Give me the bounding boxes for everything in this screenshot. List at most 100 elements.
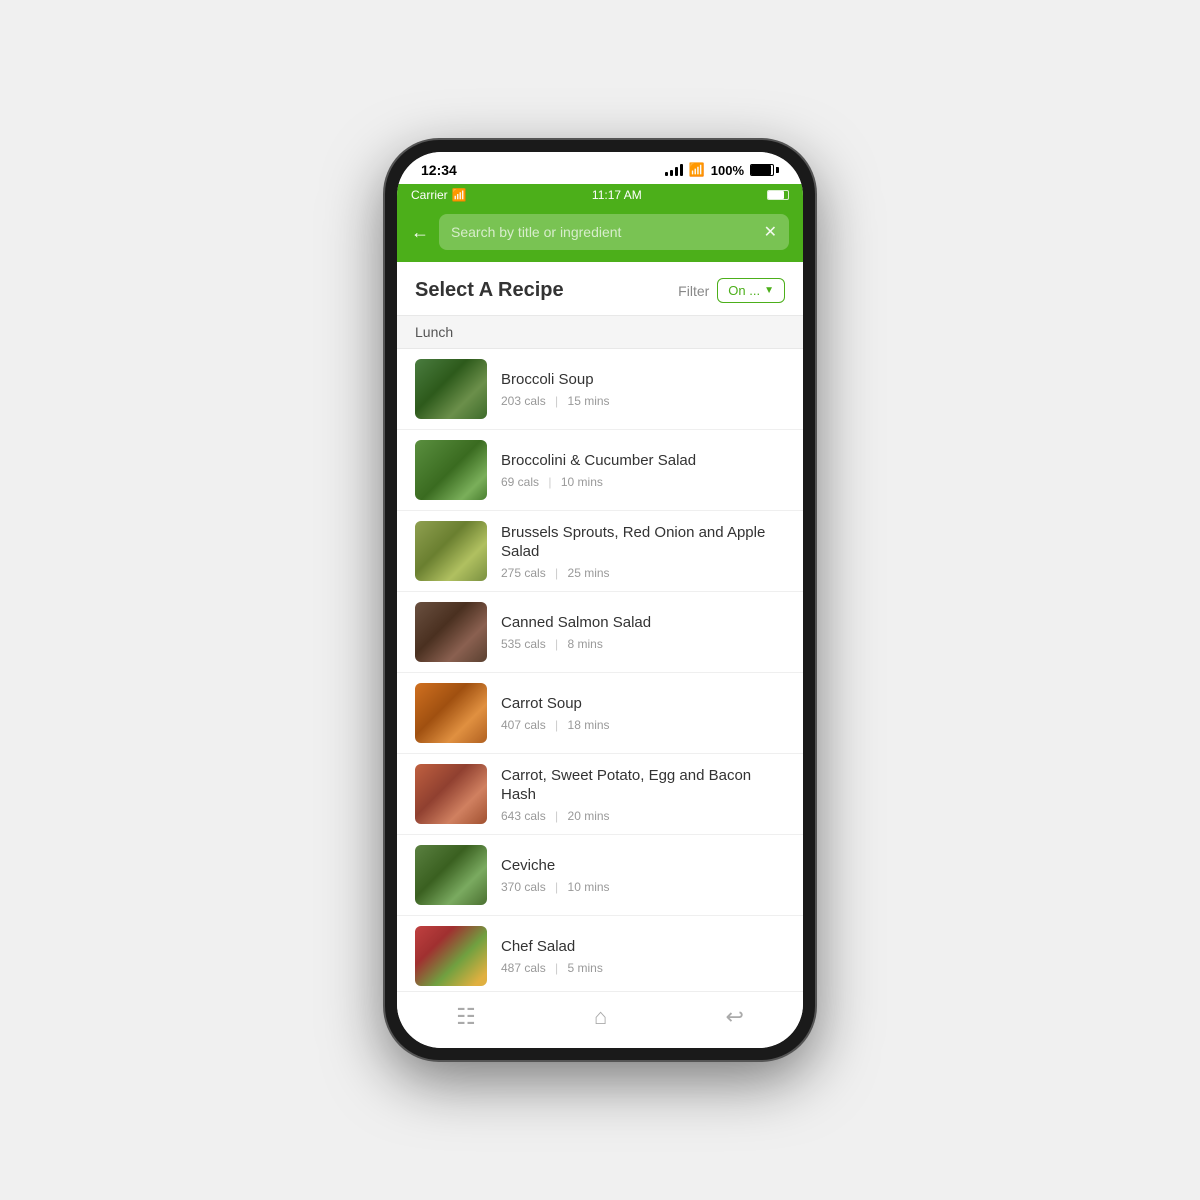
recipe-meta: 407 cals | 18 mins [501,718,785,732]
recipe-name: Canned Salmon Salad [501,613,785,633]
recipe-item[interactable]: Canned Salmon Salad 535 cals | 8 mins [397,592,803,673]
recipe-name: Brussels Sprouts, Red Onion and Apple Sa… [501,523,785,562]
system-status-bar: 12:34 📶 100% [397,152,803,184]
recipe-thumbnail [415,521,487,581]
signal-icon [665,164,683,176]
recipe-item[interactable]: Brussels Sprouts, Red Onion and Apple Sa… [397,511,803,592]
recipe-info: Broccolini & Cucumber Salad 69 cals | 10… [501,451,785,489]
back-button[interactable]: ← [411,222,429,243]
search-bar: ← ✕ [397,206,803,262]
recipe-cals: 487 cals [501,961,546,975]
recipe-meta: 275 cals | 25 mins [501,566,785,580]
recipe-cals: 407 cals [501,718,546,732]
carrier-name: Carrier [411,188,448,202]
title-filter-row: Select A Recipe Filter On ... ▼ [397,262,803,315]
meta-separator: | [555,961,558,975]
recipe-thumbnail [415,440,487,500]
recipe-mins: 8 mins [568,637,603,651]
recipe-info: Carrot, Sweet Potato, Egg and Bacon Hash… [501,766,785,823]
recipe-info: Carrot Soup 407 cals | 18 mins [501,694,785,732]
recipe-item[interactable]: Ceviche 370 cals | 10 mins [397,835,803,916]
recipe-name: Broccolini & Cucumber Salad [501,451,785,471]
recipe-thumbnail [415,764,487,824]
nav-menu-button[interactable]: ☷ [456,1004,476,1030]
recipe-cals: 69 cals [501,475,539,489]
recipe-info: Ceviche 370 cals | 10 mins [501,856,785,894]
carrier-battery-icon [767,190,789,200]
chevron-down-icon: ▼ [764,285,774,296]
filter-button[interactable]: On ... ▼ [717,278,785,303]
wifi-icon: 📶 [689,162,705,178]
recipe-meta: 203 cals | 15 mins [501,394,785,408]
carrier-wifi-icon: 📶 [452,188,467,202]
recipe-info: Canned Salmon Salad 535 cals | 8 mins [501,613,785,651]
recipe-item[interactable]: Broccoli Soup 203 cals | 15 mins [397,349,803,430]
recipe-item[interactable]: Broccolini & Cucumber Salad 69 cals | 10… [397,430,803,511]
meta-separator: | [555,394,558,408]
recipe-mins: 15 mins [568,394,610,408]
recipe-thumbnail [415,602,487,662]
bottom-nav: ☷ ⌂ ↩ [397,991,803,1048]
recipe-mins: 10 mins [561,475,603,489]
meta-separator: | [555,880,558,894]
recipe-cals: 203 cals [501,394,546,408]
recipe-name: Carrot, Sweet Potato, Egg and Bacon Hash [501,766,785,805]
category-label: Lunch [415,324,453,340]
recipe-item[interactable]: Carrot Soup 407 cals | 18 mins [397,673,803,754]
home-icon: ⌂ [594,1004,607,1030]
filter-group: Filter On ... ▼ [678,278,785,303]
filter-label: Filter [678,283,709,299]
recipe-cals: 370 cals [501,880,546,894]
meta-separator: | [555,809,558,823]
filter-value: On ... [728,283,760,298]
category-header: Lunch [397,315,803,349]
recipe-thumbnail [415,926,487,986]
search-input-container[interactable]: ✕ [439,214,789,250]
recipe-meta: 487 cals | 5 mins [501,961,785,975]
menu-icon: ☷ [456,1004,476,1030]
recipe-name: Chef Salad [501,937,785,957]
meta-separator: | [548,475,551,489]
recipe-name: Broccoli Soup [501,370,785,390]
back-nav-icon: ↩ [725,1004,743,1030]
recipe-thumbnail [415,359,487,419]
recipe-name: Ceviche [501,856,785,876]
recipe-info: Chef Salad 487 cals | 5 mins [501,937,785,975]
clear-search-button[interactable]: ✕ [764,222,777,242]
recipe-meta: 69 cals | 10 mins [501,475,785,489]
recipe-meta: 535 cals | 8 mins [501,637,785,651]
recipe-item[interactable]: Carrot, Sweet Potato, Egg and Bacon Hash… [397,754,803,835]
recipe-cals: 535 cals [501,637,546,651]
system-status-right: 📶 100% [665,162,779,178]
nav-back-button[interactable]: ↩ [725,1004,743,1030]
recipe-mins: 20 mins [568,809,610,823]
nav-home-button[interactable]: ⌂ [594,1004,607,1030]
page-title: Select A Recipe [415,279,564,302]
recipe-mins: 5 mins [568,961,603,975]
recipe-mins: 18 mins [568,718,610,732]
recipe-thumbnail [415,845,487,905]
meta-separator: | [555,718,558,732]
recipe-thumbnail [415,683,487,743]
recipe-cals: 275 cals [501,566,546,580]
phone-device: 12:34 📶 100% Carrier 📶 11:17 AM [385,140,815,1060]
recipe-info: Brussels Sprouts, Red Onion and Apple Sa… [501,523,785,580]
battery-pct-label: 100% [711,163,744,178]
phone-screen: 12:34 📶 100% Carrier 📶 11:17 AM [397,152,803,1048]
meta-separator: | [555,637,558,651]
recipe-meta: 643 cals | 20 mins [501,809,785,823]
recipe-name: Carrot Soup [501,694,785,714]
recipe-cals: 643 cals [501,809,546,823]
search-input[interactable] [451,224,756,240]
recipe-meta: 370 cals | 10 mins [501,880,785,894]
content-area: Select A Recipe Filter On ... ▼ Lunch Br… [397,262,803,991]
recipe-item[interactable]: Chef Salad 487 cals | 5 mins [397,916,803,991]
carrier-time: 11:17 AM [592,188,642,202]
recipe-list: Broccoli Soup 203 cals | 15 mins Broccol… [397,349,803,991]
recipe-mins: 25 mins [568,566,610,580]
battery-icon [750,164,779,176]
meta-separator: | [555,566,558,580]
carrier-left: Carrier 📶 [411,188,467,202]
recipe-info: Broccoli Soup 203 cals | 15 mins [501,370,785,408]
carrier-bar: Carrier 📶 11:17 AM [397,184,803,206]
